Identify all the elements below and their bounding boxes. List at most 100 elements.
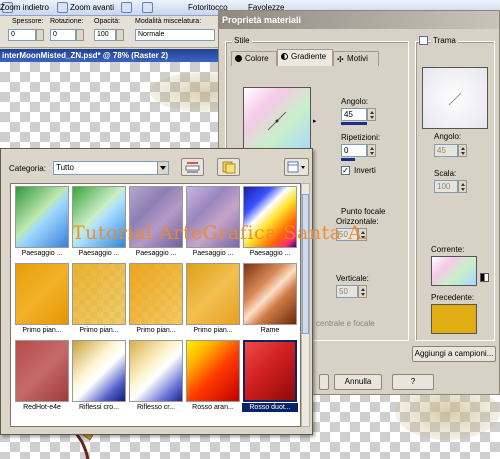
previous-label: Precedente: <box>431 293 475 302</box>
tool-options-bar: Spessore: 0 Rotazione: 0 Opacità: 100 Mo… <box>0 16 218 48</box>
gradient-swatch <box>243 340 297 402</box>
preview-dropdown-arrow[interactable]: ▸ <box>313 117 317 125</box>
thickness-label: Spessore: <box>12 18 44 25</box>
gradient-item[interactable]: Paesaggio ... <box>128 186 184 260</box>
current-material-swatch[interactable] <box>431 256 477 286</box>
scrollbar-thumb[interactable] <box>302 194 309 334</box>
opacity-input[interactable]: 100 <box>94 29 116 41</box>
gradient-item[interactable]: Primo pian... <box>14 263 70 337</box>
category-select[interactable]: Tutto <box>53 161 169 175</box>
repeat-slider[interactable] <box>341 158 355 161</box>
gradient-swatch <box>72 263 126 325</box>
previous-material-swatch[interactable] <box>431 304 477 334</box>
pattern-tab-icon: ✣ <box>337 55 344 64</box>
repeat-input[interactable]: 0 <box>341 144 367 157</box>
gradient-item-label: Rosso duot... <box>242 403 298 412</box>
texture-label: Trama <box>431 36 458 45</box>
texture-angle-input[interactable]: 45 <box>434 144 458 157</box>
open-folder-button[interactable] <box>217 158 240 176</box>
tab-pattern[interactable]: ✣ Motivi <box>333 51 379 66</box>
texture-angle-spinner[interactable] <box>458 144 467 157</box>
gradient-item[interactable]: Paesaggio ... <box>71 186 127 260</box>
gradient-item-label: Paesaggio ... <box>192 250 234 257</box>
rotation-spinner[interactable] <box>76 29 84 41</box>
gradient-item[interactable]: Riflessi cro... <box>71 340 127 414</box>
tab-pattern-label: Motivi <box>347 54 368 63</box>
vertical-label: Verticale: <box>336 274 369 283</box>
gradient-item[interactable]: Primo pian... <box>71 263 127 337</box>
angle-spinner[interactable] <box>367 108 376 121</box>
window-icon[interactable] <box>142 2 153 13</box>
gradient-item[interactable]: Paesaggio ... <box>14 186 70 260</box>
help-button[interactable]: ? <box>392 374 434 390</box>
texture-scale-label: Scala: <box>434 169 457 178</box>
tool-icon[interactable] <box>121 2 132 13</box>
gradient-swatch-fill <box>187 341 239 401</box>
invert-label: Inverti <box>354 166 376 175</box>
gradient-angle-handle[interactable] <box>264 108 290 134</box>
blend-mode-select[interactable]: Normale <box>135 29 215 41</box>
gradient-swatch <box>72 340 126 402</box>
gradient-swatch <box>129 186 183 248</box>
gradient-swatch-fill <box>73 187 125 247</box>
texture-angle-label: Angolo: <box>434 132 462 141</box>
angle-slider[interactable] <box>341 122 367 125</box>
zoom-out-button[interactable]: Zoom indietro <box>0 2 49 14</box>
gradient-item[interactable]: Riflesso cr... <box>128 340 184 414</box>
view-options-button[interactable] <box>284 158 309 176</box>
cancel-button[interactable]: Annulla <box>334 374 382 390</box>
invert-checkbox[interactable]: ✓ <box>341 166 350 175</box>
horizontal-spinner[interactable] <box>358 228 367 241</box>
add-to-swatches-button[interactable]: Aggiungi a campioni... <box>412 346 496 362</box>
gradient-swatch-fill <box>187 187 239 247</box>
tab-color[interactable]: Colore <box>231 51 277 66</box>
gradient-item[interactable]: Primo pian... <box>185 263 241 337</box>
resource-manager-button[interactable] <box>181 158 204 176</box>
texture-checkbox[interactable] <box>419 36 428 45</box>
gradient-swatch <box>15 340 69 402</box>
rotation-input[interactable]: 0 <box>50 29 76 41</box>
gradient-swatch-fill <box>73 264 125 324</box>
texture-scale-input[interactable]: 100 <box>434 180 458 193</box>
gradient-item[interactable]: Rosso aran... <box>185 340 241 414</box>
gradient-edit-icon <box>185 162 200 173</box>
focal-point-label: Punto focale <box>341 207 386 216</box>
vertical-input[interactable]: 50 <box>336 285 358 298</box>
gradient-swatch <box>129 340 183 402</box>
tab-color-label: Colore <box>245 54 269 63</box>
tab-gradient-label: Gradiente <box>291 52 327 61</box>
horizontal-input[interactable]: 50 <box>336 228 358 241</box>
gradient-item-label: RedHot-e4e <box>23 404 61 411</box>
gradient-item-label: Riflesso cr... <box>136 404 176 411</box>
vertical-spinner[interactable] <box>358 285 367 298</box>
ok-button-edge[interactable] <box>319 374 329 390</box>
category-value: Tutto <box>56 163 74 172</box>
zoom-in-button[interactable]: Zoom avanti <box>70 2 114 14</box>
gradient-item[interactable]: Paesaggio ... <box>242 186 298 260</box>
texture-angle-handle[interactable] <box>445 89 465 109</box>
tab-gradient[interactable]: Gradiente <box>277 49 333 66</box>
gradient-swatch <box>186 186 240 248</box>
gradient-item[interactable]: Primo pian... <box>128 263 184 337</box>
angle-input[interactable]: 45 <box>341 108 367 121</box>
gradient-item[interactable]: Rame <box>242 263 298 337</box>
gradient-item-label: Paesaggio ... <box>249 250 291 257</box>
thickness-input[interactable]: 0 <box>8 29 36 41</box>
gradient-item-label: Primo pian... <box>79 327 119 334</box>
swap-material-icon[interactable] <box>480 273 489 282</box>
gradient-swatch <box>72 186 126 248</box>
gradient-grid-scrollbar[interactable] <box>301 183 310 427</box>
dialog-title: Proprietà materiali <box>219 11 499 29</box>
zoom-in-icon[interactable] <box>57 2 68 13</box>
opacity-spinner[interactable] <box>116 29 124 41</box>
gradient-item[interactable]: Paesaggio ... <box>185 186 241 260</box>
gradient-item[interactable]: Rosso duot... <box>242 340 298 414</box>
blend-mode-label: Modalità miscelatura: <box>135 18 202 25</box>
repeat-spinner[interactable] <box>367 144 376 157</box>
chevron-down-icon[interactable] <box>157 162 168 174</box>
gradient-swatch-fill <box>16 341 68 401</box>
texture-scale-spinner[interactable] <box>458 180 467 193</box>
gradient-tab-icon <box>281 53 288 60</box>
gradient-item[interactable]: RedHot-e4e <box>14 340 70 414</box>
thickness-spinner[interactable] <box>36 29 44 41</box>
